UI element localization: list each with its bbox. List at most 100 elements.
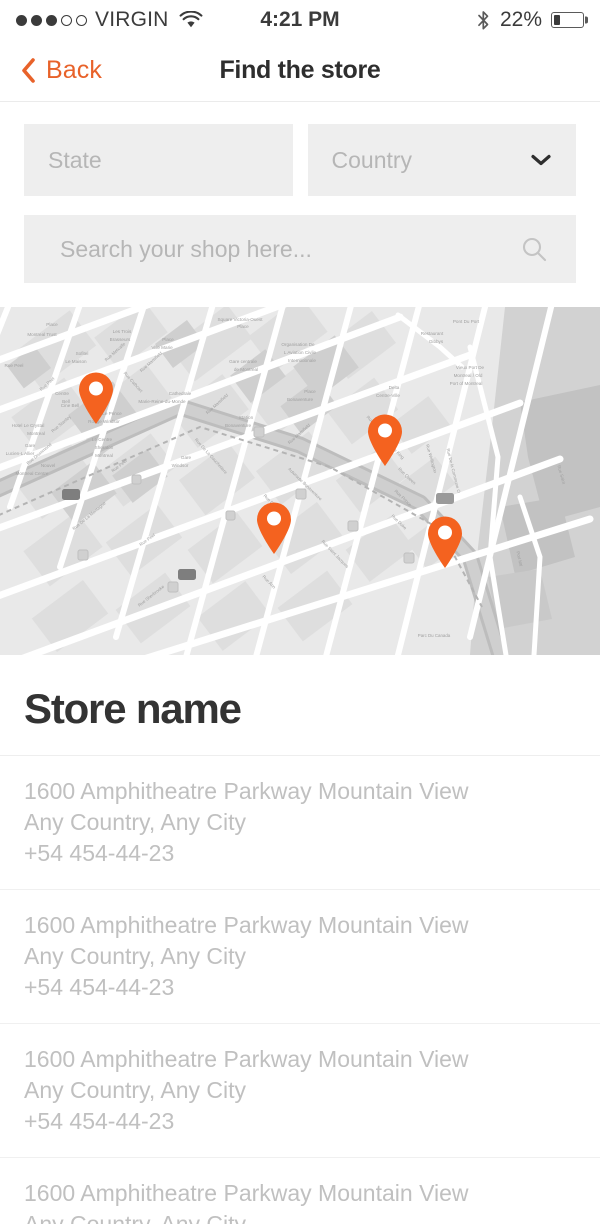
bluetooth-icon bbox=[478, 10, 489, 29]
carrier-name: VIRGIN bbox=[95, 8, 169, 31]
map-poi-label: Montreal / Old bbox=[454, 373, 483, 378]
map-pin-icon bbox=[428, 516, 462, 568]
map-poi-label: Place bbox=[162, 337, 174, 342]
search-input[interactable]: Search your shop here... bbox=[24, 215, 576, 283]
store-address: 1600 Amphitheatre Parkway Mountain View bbox=[24, 1180, 469, 1206]
map-pin-2[interactable] bbox=[365, 413, 405, 467]
map-poi-label: Vieux Port De bbox=[456, 365, 485, 370]
store-region: Any Country, Any City bbox=[24, 1211, 246, 1224]
battery-percentage: 22% bbox=[499, 8, 542, 31]
map-poi-label: Montreal bbox=[27, 431, 45, 436]
signal-dot-2 bbox=[31, 14, 42, 26]
map-poi-label: Delta bbox=[389, 385, 400, 390]
map-poi-label: Centre-Ville bbox=[376, 393, 400, 398]
back-button[interactable]: Back bbox=[20, 56, 102, 85]
store-list: 1600 Amphitheatre Parkway Mountain View A… bbox=[0, 756, 600, 1224]
map-poi-label: Les Trois bbox=[113, 329, 132, 334]
state-input-placeholder: State bbox=[48, 146, 102, 173]
signal-dot-5 bbox=[76, 14, 87, 26]
map-poi-label: Station bbox=[239, 415, 254, 420]
map-poi-label: Windsor bbox=[172, 463, 189, 468]
store-phone: +54 454-44-23 bbox=[24, 840, 175, 866]
filter-panel: State Country Search your shop here... bbox=[0, 102, 600, 307]
battery-icon bbox=[551, 12, 584, 28]
map-poi-label: Centre bbox=[55, 391, 69, 396]
map-street-label: Parc Du Canada bbox=[418, 633, 451, 638]
map-pin-icon bbox=[368, 414, 402, 466]
store-list-item[interactable]: 1600 Amphitheatre Parkway Mountain View A… bbox=[0, 756, 600, 890]
map-pin-4[interactable] bbox=[425, 515, 465, 569]
battery-fill bbox=[553, 14, 560, 26]
map-canvas: Place Montreal Trust Les Trois Brasseurs Pla… bbox=[0, 307, 600, 655]
map-poi-label: Rue Peel bbox=[5, 363, 24, 368]
map-pin-1[interactable] bbox=[76, 371, 116, 425]
map-poi-label: de Montreal bbox=[234, 367, 258, 372]
map-poi-label: Gibbys bbox=[429, 339, 444, 344]
map-pin-icon bbox=[257, 502, 291, 554]
map-poi-label: Hotel Le Crystal bbox=[12, 423, 45, 428]
store-finder-screen: VIRGIN 4:21 PM 22% Back Find the store S… bbox=[0, 0, 600, 1224]
store-region: Any Country, Any City bbox=[24, 1077, 246, 1103]
map-poi-label: Sofitel bbox=[76, 351, 89, 356]
back-button-label: Back bbox=[46, 56, 102, 84]
map-poi-label: Port of Montreal bbox=[450, 381, 483, 386]
map-poi-label: Bonaventure bbox=[225, 423, 251, 428]
map-pin-3[interactable] bbox=[254, 501, 294, 555]
map-poi-label: Marie-Reine-du-Monde bbox=[138, 399, 186, 404]
store-name-heading: Store name bbox=[24, 685, 242, 732]
store-phone: +54 454-44-23 bbox=[24, 1108, 175, 1134]
store-list-item[interactable]: 1600 Amphitheatre Parkway Mountain View A… bbox=[0, 890, 600, 1024]
map-poi-label: Gare centrale bbox=[229, 359, 257, 364]
map-poi-label: Pont Du Port bbox=[453, 319, 480, 324]
wifi-icon bbox=[179, 11, 202, 28]
map-poi-label: L Aviation Civile bbox=[284, 350, 317, 355]
map-view[interactable]: Place Montreal Trust Les Trois Brasseurs Pla… bbox=[0, 307, 600, 655]
map-poi-label: Gare bbox=[25, 443, 36, 448]
search-icon[interactable] bbox=[520, 235, 548, 263]
store-address: 1600 Amphitheatre Parkway Mountain View bbox=[24, 778, 469, 804]
map-poi-label: Internationale bbox=[288, 358, 316, 363]
store-phone: +54 454-44-23 bbox=[24, 974, 175, 1000]
map-poi-label: Bonaventure bbox=[287, 397, 313, 402]
store-address: 1600 Amphitheatre Parkway Mountain View bbox=[24, 912, 469, 938]
map-poi-label: Organisation De bbox=[281, 342, 315, 347]
map-poi-label: Nouvel bbox=[41, 463, 55, 468]
map-poi-label: Square Victoria-Ouest bbox=[217, 317, 263, 322]
store-header: Store name bbox=[0, 655, 600, 756]
state-input[interactable]: State bbox=[24, 124, 293, 196]
chevron-down-icon bbox=[531, 154, 551, 166]
map-poi-label: Le Centre bbox=[92, 437, 113, 442]
status-bar-right: 22% bbox=[300, 8, 584, 32]
signal-dot-3 bbox=[46, 14, 57, 26]
map-poi-label: Place bbox=[237, 324, 249, 329]
map-poi-label: Restaurant bbox=[421, 331, 444, 336]
search-input-placeholder: Search your shop here... bbox=[60, 235, 312, 262]
map-poi-label: Sheraton bbox=[95, 445, 114, 450]
country-select-placeholder: Country bbox=[331, 146, 413, 173]
map-poi-label: Montreal Trust bbox=[27, 332, 57, 337]
map-poi-label: Montreal bbox=[95, 453, 113, 458]
store-list-item[interactable]: 1600 Amphitheatre Parkway Mountain View A… bbox=[0, 1024, 600, 1158]
map-poi-label: Place bbox=[304, 389, 316, 394]
map-poi-label: Cathedrale bbox=[169, 391, 192, 396]
signal-dot-4 bbox=[61, 14, 72, 26]
chevron-left-icon bbox=[22, 58, 35, 83]
store-list-item[interactable]: 1600 Amphitheatre Parkway Mountain View A… bbox=[0, 1158, 600, 1224]
map-pin-icon bbox=[79, 372, 113, 424]
map-poi-label: Montreal Centre bbox=[16, 471, 49, 476]
status-bar: VIRGIN 4:21 PM 22% bbox=[0, 0, 600, 40]
filter-row: State Country bbox=[24, 124, 576, 196]
map-poi-label: Bell bbox=[62, 399, 70, 404]
map-poi-label: Lucien-L Allier bbox=[6, 451, 35, 456]
store-region: Any Country, Any City bbox=[24, 809, 246, 835]
country-select[interactable]: Country bbox=[307, 124, 576, 196]
store-region: Any Country, Any City bbox=[24, 943, 246, 969]
map-poi-label: Ville Marie bbox=[151, 345, 173, 350]
map-poi-label: Brasseurs bbox=[110, 337, 131, 342]
nav-header: Back Find the store bbox=[0, 40, 600, 102]
map-poi-label: Place bbox=[46, 322, 58, 327]
status-bar-left: VIRGIN bbox=[16, 8, 300, 32]
signal-strength-icon bbox=[16, 14, 87, 26]
map-poi-label: Le Maison bbox=[65, 359, 87, 364]
map-poi-label: Gare bbox=[181, 455, 192, 460]
